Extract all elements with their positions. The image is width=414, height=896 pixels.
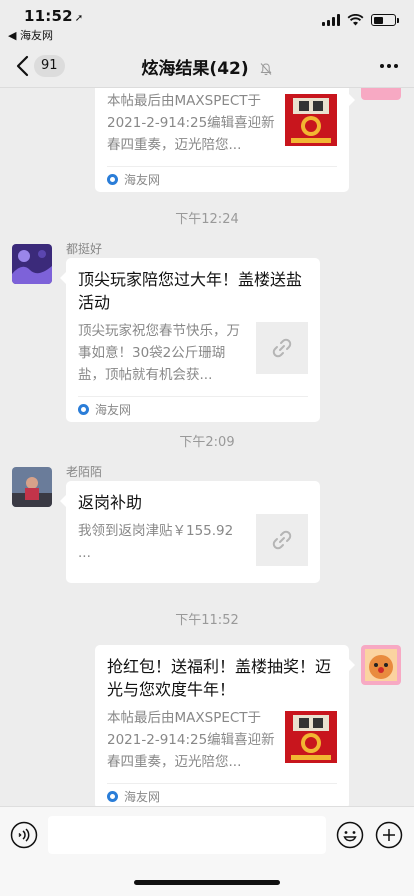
status-time: 11:52 ➚ bbox=[24, 7, 84, 25]
card-body: 本帖最后由MAXSPECT于2021-2-914:25编辑喜迎新春四重奏，迈光陪… bbox=[107, 90, 337, 156]
message-timestamp: 下午12:24 bbox=[175, 212, 239, 227]
message-timestamp: 下午11:52 bbox=[175, 613, 239, 628]
sender-avatar[interactable] bbox=[12, 244, 52, 284]
status-bar: 11:52 ➚ ◀ 海友网 bbox=[0, 0, 414, 44]
card-source: 海友网 bbox=[107, 783, 337, 806]
card-description: 本帖最后由MAXSPECT于2021-2-914:25编辑喜迎新春四重奏，迈光陪… bbox=[107, 710, 275, 770]
emoji-icon[interactable] bbox=[336, 821, 364, 849]
card-body: 顶尖玩家祝您春节快乐，万事如意！30袋2公斤珊瑚盐，顶帖就有机会获... bbox=[78, 320, 308, 386]
source-logo-icon bbox=[107, 791, 118, 802]
card-source-label: 海友网 bbox=[124, 790, 161, 804]
chat-title: 炫海结果(42) bbox=[0, 54, 414, 79]
link-thumbnail bbox=[256, 322, 308, 374]
card-source-label: 海友网 bbox=[124, 173, 161, 187]
red-envelope-image bbox=[285, 94, 337, 146]
link-icon bbox=[272, 338, 292, 358]
mute-bell-icon bbox=[260, 63, 271, 76]
cartoon-avatar bbox=[361, 645, 401, 685]
card-body: 本帖最后由MAXSPECT于2021-2-914:25编辑喜迎新春四重奏，迈光陪… bbox=[107, 707, 337, 773]
card-title: 顶尖玩家陪您过大年！盖楼送盐活动 bbox=[78, 270, 303, 312]
message-input[interactable] bbox=[48, 816, 326, 854]
status-icons bbox=[322, 14, 399, 26]
voice-icon[interactable] bbox=[10, 821, 38, 849]
card-source: 海友网 bbox=[78, 396, 308, 422]
source-logo-icon bbox=[107, 174, 118, 185]
sender-avatar[interactable] bbox=[12, 467, 52, 507]
card-description: 本帖最后由MAXSPECT于2021-2-914:25编辑喜迎新春四重奏，迈光陪… bbox=[107, 93, 275, 153]
plus-icon[interactable] bbox=[375, 821, 403, 849]
person-photo-avatar bbox=[12, 467, 52, 507]
location-arrow-icon: ➚ bbox=[74, 13, 84, 24]
back-to-app-link[interactable]: ◀ 海友网 bbox=[8, 27, 53, 43]
coral-photo-avatar bbox=[12, 244, 52, 284]
link-icon bbox=[272, 530, 292, 550]
link-card-message[interactable]: 顶尖玩家陪您过大年！盖楼送盐活动 顶尖玩家祝您春节快乐，万事如意！30袋2公斤珊… bbox=[60, 258, 320, 422]
card-body: 我领到返岗津贴￥155.92 ... bbox=[78, 514, 308, 566]
link-card-message[interactable]: 本帖最后由MAXSPECT于2021-2-914:25编辑喜迎新春四重奏，迈光陪… bbox=[95, 88, 355, 192]
home-indicator bbox=[134, 880, 280, 885]
chat-title-text: 炫海结果(42) bbox=[141, 59, 249, 79]
chat-messages[interactable]: 本帖最后由MAXSPECT于2021-2-914:25编辑喜迎新春四重奏，迈光陪… bbox=[0, 88, 414, 806]
card-title: 返岗补助 bbox=[78, 493, 143, 512]
signal-icon bbox=[322, 14, 340, 26]
card-description: 顶尖玩家祝您春节快乐，万事如意！30袋2公斤珊瑚盐，顶帖就有机会获... bbox=[78, 323, 240, 383]
chat-header: 91 炫海结果(42) bbox=[0, 44, 414, 88]
red-envelope-image bbox=[285, 711, 337, 763]
sender-name: 老陌陌 bbox=[66, 465, 103, 479]
link-card-message[interactable]: 返岗补助 我领到返岗津贴￥155.92 ... bbox=[60, 481, 320, 583]
card-source-label: 海友网 bbox=[95, 403, 132, 417]
link-thumbnail bbox=[256, 514, 308, 566]
card-description: 我领到返岗津贴￥155.92 ... bbox=[78, 523, 234, 561]
wifi-icon bbox=[347, 14, 364, 26]
battery-icon bbox=[371, 14, 399, 26]
link-card-message[interactable]: 抢红包！送福利！盖楼抽奖！迈光与您欢度牛年！ 本帖最后由MAXSPECT于202… bbox=[95, 645, 355, 806]
message-timestamp: 下午2:09 bbox=[179, 435, 235, 450]
card-title: 抢红包！送福利！盖楼抽奖！迈光与您欢度牛年！ bbox=[107, 657, 332, 699]
card-source: 海友网 bbox=[107, 166, 337, 192]
more-dots-icon[interactable] bbox=[380, 64, 398, 68]
source-logo-icon bbox=[78, 404, 89, 415]
sender-name: 都挺好 bbox=[66, 242, 103, 256]
my-avatar[interactable] bbox=[361, 88, 401, 100]
my-avatar[interactable] bbox=[361, 645, 401, 685]
